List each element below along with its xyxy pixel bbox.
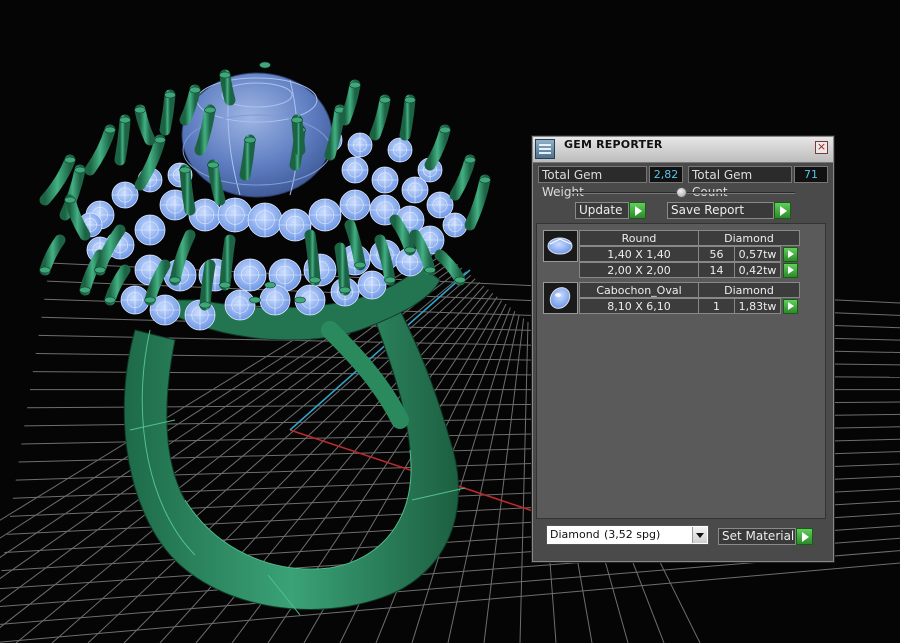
set-material-button[interactable]: Set Material xyxy=(718,528,796,545)
total-gem-weight-label: Total Gem Weight xyxy=(538,166,647,199)
table-row-size: 2,00 X 2,00 xyxy=(579,262,699,278)
table-row-count: 14 xyxy=(698,262,735,278)
set-material-go-icon[interactable] xyxy=(796,528,813,545)
gem-list: Round Diamond 1,40 X 1,40 56 0,57tw 2,00… xyxy=(536,223,826,519)
row-select-go-icon[interactable] xyxy=(783,247,798,262)
gem-shape-cabochon-oval: Cabochon_Oval xyxy=(579,282,699,298)
total-gem-count-value: 71 xyxy=(794,166,828,183)
total-gem-count-label: Total Gem Count xyxy=(688,166,792,199)
update-button[interactable]: Update xyxy=(575,202,629,219)
row-select-go-icon[interactable] xyxy=(783,299,798,314)
material-select[interactable]: Diamond (3,52 spg) xyxy=(546,525,709,545)
material-select-name: Diamond xyxy=(550,528,600,541)
detail-slider-knob[interactable] xyxy=(676,187,687,198)
save-report-go-icon[interactable] xyxy=(774,202,791,219)
table-row-weight: 0,42tw xyxy=(734,262,781,278)
table-row-weight: 1,83tw xyxy=(734,298,781,314)
table-row-size: 1,40 X 1,40 xyxy=(579,246,699,262)
gem-reporter-panel: GEM REPORTER × Total Gem Weight 2,82 Tot… xyxy=(532,136,834,562)
update-go-icon[interactable] xyxy=(629,202,646,219)
gem-shape-round: Round xyxy=(579,230,699,246)
panel-titlebar[interactable]: GEM REPORTER × xyxy=(533,137,833,163)
material-select-sg: (3,52 spg) xyxy=(604,528,661,541)
panel-title: GEM REPORTER xyxy=(564,138,663,151)
save-report-button[interactable]: Save Report xyxy=(667,202,774,219)
round-gem-icon[interactable] xyxy=(543,230,578,262)
chevron-down-icon[interactable] xyxy=(692,527,707,543)
total-gem-weight-value: 2,82 xyxy=(649,166,683,183)
gem-material-round: Diamond xyxy=(698,230,800,246)
table-row-size: 8,10 X 6,10 xyxy=(579,298,699,314)
gem-material-cabochon-oval: Diamond xyxy=(698,282,800,298)
table-row-count: 1 xyxy=(698,298,735,314)
table-row-count: 56 xyxy=(698,246,735,262)
row-select-go-icon[interactable] xyxy=(783,263,798,278)
table-row-weight: 0,57tw xyxy=(734,246,781,262)
oval-cabochon-gem-icon[interactable] xyxy=(543,282,578,314)
gem-reporter-app-icon xyxy=(535,139,555,159)
close-icon[interactable]: × xyxy=(815,141,828,154)
